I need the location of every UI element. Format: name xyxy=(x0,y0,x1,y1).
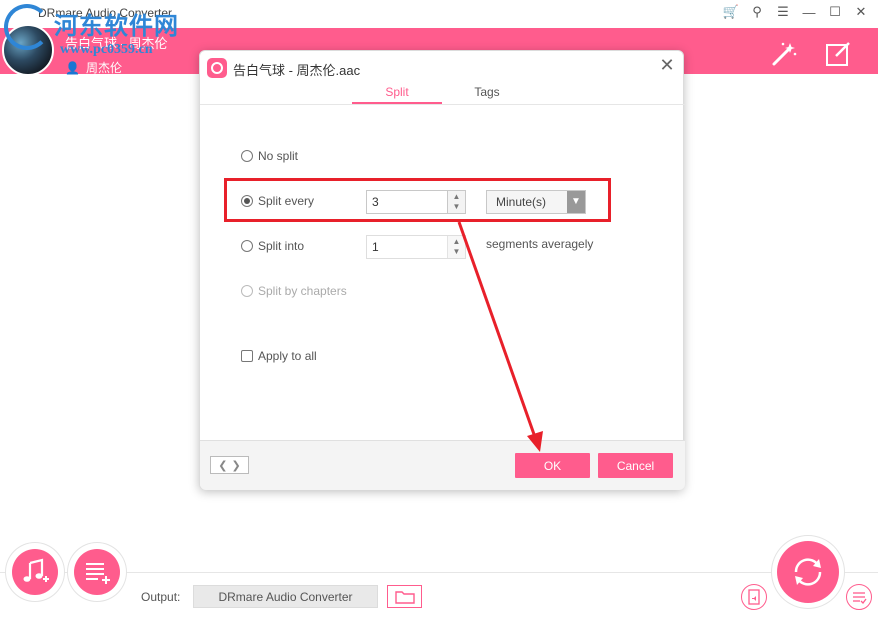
search-icon[interactable]: ⚲ xyxy=(746,2,768,22)
audio-file-button[interactable] xyxy=(741,584,767,610)
list-add-icon xyxy=(86,563,110,584)
minimize-icon[interactable]: — xyxy=(798,2,820,22)
add-music-button[interactable] xyxy=(12,549,58,595)
window-controls: 🛒 ⚲ ☰ — ☐ ✕ xyxy=(720,2,872,22)
watermark-logo xyxy=(4,4,50,50)
open-folder-button[interactable] xyxy=(387,585,422,608)
chevron-left-icon[interactable]: ❮ xyxy=(218,459,227,472)
apply-to-all-checkbox[interactable] xyxy=(241,350,253,362)
magic-wand-icon[interactable] xyxy=(770,40,798,68)
tab-split[interactable]: Split xyxy=(352,85,442,99)
dialog-close-icon[interactable]: ✕ xyxy=(657,55,677,75)
maximize-icon[interactable]: ☐ xyxy=(824,2,846,22)
dialog-title: 告白气球 - 周杰伦.aac xyxy=(233,63,361,78)
history-button[interactable] xyxy=(846,584,872,610)
watermark-text: 河东软件网 xyxy=(54,13,179,40)
apply-to-all-label: Apply to all xyxy=(258,349,317,363)
convert-icon xyxy=(794,558,822,586)
split-into-stepper[interactable]: 1 ▲ ▼ xyxy=(366,235,466,259)
split-into-radio[interactable] xyxy=(241,240,253,252)
user-icon: 👤 xyxy=(65,60,80,75)
dialog-tabs: Split Tags xyxy=(200,83,685,105)
no-split-label: No split xyxy=(258,149,299,163)
music-add-icon xyxy=(23,558,49,582)
no-split-radio[interactable] xyxy=(241,150,253,162)
split-dialog: 告白气球 - 周杰伦.aac ✕ Split Tags No split Spl… xyxy=(199,50,685,490)
stepper-buttons: ▲ ▼ xyxy=(447,236,465,258)
option-split-by-chapters: Split by chapters xyxy=(241,284,347,298)
cancel-button[interactable]: Cancel xyxy=(598,453,673,478)
option-split-into[interactable]: Split into xyxy=(241,239,304,253)
menu-icon[interactable]: ☰ xyxy=(772,2,794,22)
option-no-split[interactable]: No split xyxy=(241,149,298,163)
dialog-footer: ❮ ❯ OK Cancel xyxy=(200,441,685,490)
app-icon xyxy=(207,58,227,78)
split-by-chapters-radio xyxy=(241,285,253,297)
increment-icon[interactable]: ▲ xyxy=(452,237,461,246)
tabs-divider xyxy=(200,104,685,105)
segments-hint: segments averagely xyxy=(486,237,594,251)
chevron-right-icon[interactable]: ❯ xyxy=(232,459,241,472)
tab-tags[interactable]: Tags xyxy=(442,85,532,99)
annotation-highlight-box xyxy=(224,178,611,222)
output-path-field[interactable]: DRmare Audio Converter xyxy=(193,585,378,608)
output-label: Output: xyxy=(141,590,181,604)
add-list-button[interactable] xyxy=(74,549,120,595)
edit-icon[interactable] xyxy=(824,40,852,68)
song-artist: 👤 周杰伦 xyxy=(65,59,122,76)
decrement-icon[interactable]: ▼ xyxy=(452,247,461,256)
history-list-icon xyxy=(853,592,867,604)
convert-button[interactable] xyxy=(777,541,839,603)
cart-icon[interactable]: 🛒 xyxy=(720,2,742,22)
close-icon[interactable]: ✕ xyxy=(850,2,872,22)
ok-button[interactable]: OK xyxy=(515,453,590,478)
split-by-chapters-label: Split by chapters xyxy=(258,284,347,298)
prev-next-nav[interactable]: ❮ ❯ xyxy=(210,456,249,474)
option-apply-to-all[interactable]: Apply to all xyxy=(241,349,317,363)
folder-icon xyxy=(394,590,415,604)
artist-name: 周杰伦 xyxy=(85,61,122,75)
audio-file-icon xyxy=(748,589,760,605)
split-into-value: 1 xyxy=(372,240,379,254)
watermark-url: www.pc0359.cn xyxy=(60,42,153,57)
split-into-label: Split into xyxy=(258,239,305,253)
